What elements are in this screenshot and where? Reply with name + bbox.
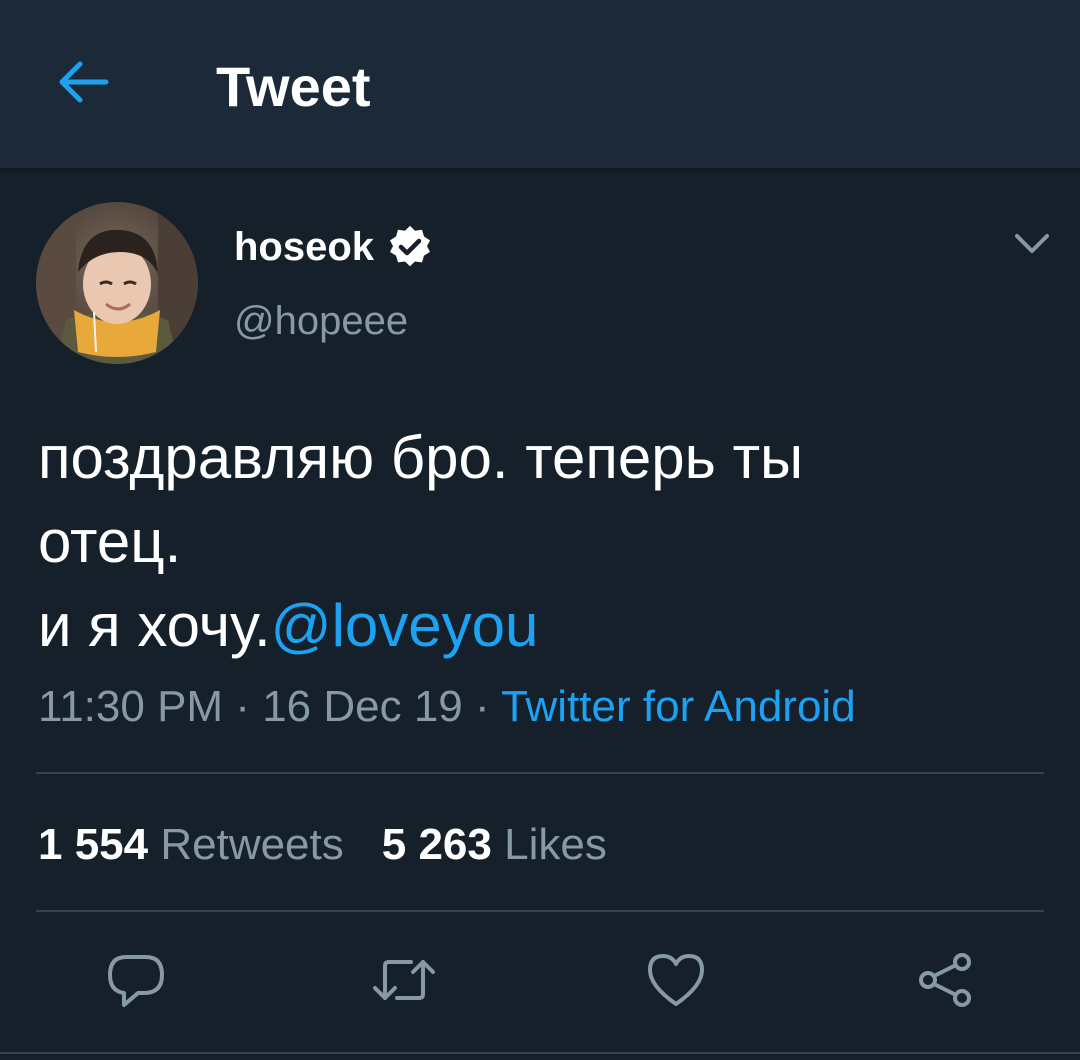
mention-link[interactable]: @loveyou: [271, 592, 539, 659]
share-button[interactable]: [914, 950, 978, 1014]
profile-photo: [36, 202, 198, 364]
arrow-left-icon: [58, 60, 110, 109]
retweet-button[interactable]: [372, 950, 436, 1014]
likes-count: 5 263: [381, 820, 492, 869]
share-icon: [916, 950, 976, 1015]
likes-stat[interactable]: 5 263 Likes: [382, 820, 607, 869]
page-title: Tweet: [216, 55, 371, 118]
tweet-text-line: отец.: [38, 508, 182, 575]
meta-separator: ·: [462, 682, 502, 731]
likes-label: Likes: [504, 820, 607, 869]
reply-button[interactable]: [104, 950, 168, 1014]
more-options-button[interactable]: [1010, 228, 1054, 264]
verified-badge-icon: [388, 225, 432, 269]
divider: [36, 772, 1044, 774]
avatar[interactable]: [36, 202, 198, 364]
back-button[interactable]: [54, 56, 114, 112]
chevron-down-icon: [1014, 233, 1050, 260]
display-name[interactable]: hoseok: [234, 222, 432, 272]
tweet-text-segment: и я хочу.: [38, 592, 271, 659]
divider: [0, 1052, 1080, 1054]
retweet-icon: [371, 952, 437, 1013]
retweets-label: Retweets: [160, 820, 344, 869]
user-handle[interactable]: @hopeee: [234, 296, 408, 346]
retweets-stat[interactable]: 1 554 Retweets: [38, 820, 344, 869]
tweet-text: поздравляю бро. теперь ты отец. и я хочу…: [38, 416, 1048, 668]
divider: [36, 910, 1044, 912]
display-name-text: hoseok: [234, 225, 375, 269]
reply-icon: [106, 951, 166, 1014]
tweet-time: 11:30 PM: [38, 682, 224, 731]
meta-separator: ·: [223, 682, 263, 731]
tweet-meta: 11:30 PM · 16 Dec 19 · Twitter for Andro…: [38, 680, 856, 734]
tweet-date: 16 Dec 19: [262, 682, 463, 731]
heart-icon: [646, 952, 706, 1013]
tweet-source-link[interactable]: Twitter for Android: [501, 682, 856, 731]
like-button[interactable]: [644, 950, 708, 1014]
tweet-text-line: поздравляю бро. теперь ты: [38, 424, 804, 491]
tweet-stats: 1 554 Retweets 5 263 Likes: [38, 818, 607, 872]
tweet-text-line: и я хочу.@loveyou: [38, 584, 1048, 668]
top-app-bar: Tweet: [0, 0, 1080, 168]
retweets-count: 1 554: [38, 820, 149, 869]
